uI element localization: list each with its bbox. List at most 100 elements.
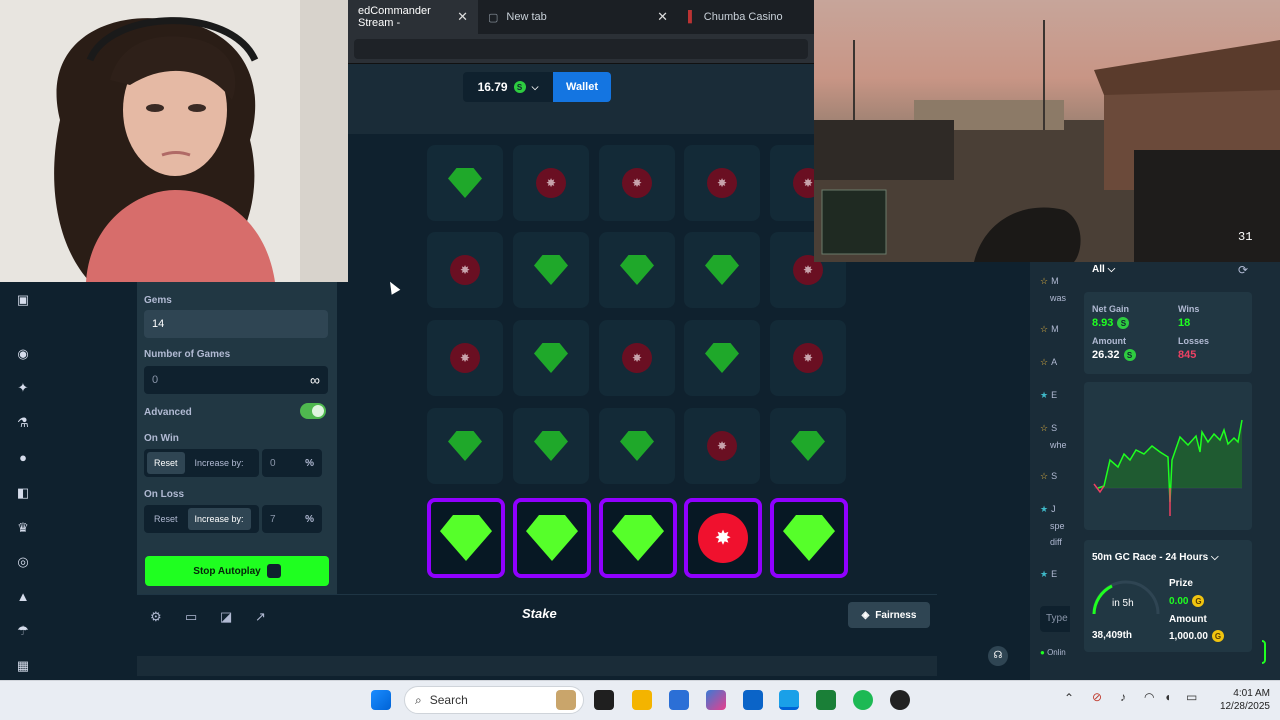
- windows-start-icon[interactable]: [371, 690, 391, 710]
- edge-icon[interactable]: [779, 690, 799, 710]
- gems-select[interactable]: 14: [144, 310, 328, 338]
- mine-tile[interactable]: [513, 320, 589, 396]
- popout-icon[interactable]: ↗: [255, 609, 266, 625]
- infinity-icon[interactable]: ∞: [310, 372, 320, 388]
- crown-icon[interactable]: ♛: [15, 520, 31, 536]
- mine-tile[interactable]: [599, 232, 675, 308]
- mine-tile[interactable]: [599, 145, 675, 221]
- stop-autoplay-button[interactable]: Stop Autoplay: [145, 556, 329, 586]
- mine-tile[interactable]: [770, 320, 846, 396]
- mine-tile[interactable]: [427, 145, 503, 221]
- obs-icon[interactable]: [890, 690, 910, 710]
- net-gain: 8.93 S: [1092, 317, 1130, 329]
- flask-icon[interactable]: ⚗: [15, 415, 31, 431]
- grid-icon[interactable]: ▦: [15, 658, 31, 674]
- spotify-icon[interactable]: [853, 690, 873, 710]
- stats-filter-dropdown[interactable]: All ⌵: [1092, 264, 1115, 275]
- advanced-toggle[interactable]: [300, 403, 326, 419]
- mine-tile[interactable]: [684, 232, 760, 308]
- tab-new-tab[interactable]: ▢ New tab ✕: [478, 0, 678, 34]
- mine-tile[interactable]: [684, 408, 760, 484]
- live-stats-icon[interactable]: ◪: [220, 609, 232, 625]
- widgets-icon[interactable]: [556, 690, 576, 710]
- race-title[interactable]: 50m GC Race - 24 Hours ⌵: [1092, 552, 1219, 563]
- mine-tile[interactable]: [427, 408, 503, 484]
- store-icon[interactable]: [669, 690, 689, 710]
- sparkle-icon[interactable]: ✦: [15, 380, 31, 396]
- outlook-icon[interactable]: [743, 690, 763, 710]
- on-win-reset-button[interactable]: Reset: [147, 452, 185, 474]
- mine-tile[interactable]: [427, 232, 503, 308]
- mine-icon: [450, 255, 480, 285]
- wifi-icon[interactable]: ◠: [1144, 690, 1154, 704]
- terminal-icon[interactable]: [816, 690, 836, 710]
- fire-icon[interactable]: ●: [15, 450, 31, 466]
- mine-tile[interactable]: [513, 498, 591, 578]
- address-bar: [348, 34, 814, 64]
- mine-tile[interactable]: [599, 320, 675, 396]
- balance-dropdown[interactable]: 16.79 S ⌵: [463, 72, 553, 102]
- mine-tile[interactable]: [427, 498, 505, 578]
- on-loss-input[interactable]: 7 %: [262, 505, 322, 533]
- security-icon[interactable]: ⊘: [1092, 690, 1102, 704]
- target-icon[interactable]: ◎: [15, 554, 31, 570]
- mine-tile[interactable]: [770, 408, 846, 484]
- mine-tile[interactable]: [599, 408, 675, 484]
- gems-label: Gems: [144, 295, 172, 306]
- settings-icon[interactable]: ⚙: [150, 609, 162, 625]
- gem-icon: [791, 431, 825, 461]
- microphone-icon[interactable]: ♪: [1120, 690, 1126, 704]
- beaker-icon[interactable]: ▲: [15, 589, 31, 605]
- support-icon[interactable]: ☂: [15, 623, 31, 639]
- chip-icon[interactable]: ◉: [15, 346, 31, 362]
- gift-icon[interactable]: ◧: [15, 485, 31, 501]
- chat-input[interactable]: Type: [1040, 606, 1074, 632]
- mine-tile[interactable]: [770, 498, 848, 578]
- refresh-icon[interactable]: ⟳: [1238, 263, 1248, 277]
- on-loss-reset-button[interactable]: Reset: [147, 508, 185, 530]
- task-view-icon[interactable]: [594, 690, 614, 710]
- on-loss-increase-button[interactable]: Increase by:: [187, 508, 251, 530]
- mine-tile[interactable]: [599, 498, 677, 578]
- mine-tile[interactable]: [513, 408, 589, 484]
- clock-date: 12/28/2025: [1219, 701, 1270, 712]
- mine-tile[interactable]: [513, 232, 589, 308]
- battery-icon[interactable]: ▭: [1186, 690, 1197, 704]
- tab-chumba[interactable]: ▌ Chumba Casino: [678, 0, 793, 34]
- number-of-games-label: Number of Games: [144, 349, 231, 360]
- mine-icon: [793, 343, 823, 373]
- volume-icon[interactable]: ◖: [1164, 690, 1171, 704]
- close-icon[interactable]: ✕: [457, 9, 468, 25]
- on-win-input[interactable]: 0 %: [262, 449, 322, 477]
- casino-icon[interactable]: ▣: [15, 292, 31, 308]
- mine-tile[interactable]: [684, 320, 760, 396]
- webcam-overlay: [0, 0, 348, 282]
- clock[interactable]: 4:01 AM 12/28/2025: [1210, 687, 1270, 713]
- chevron-up-icon[interactable]: ⌃: [1064, 691, 1074, 705]
- mine-tile[interactable]: [513, 145, 589, 221]
- stats-filter-label: All: [1092, 264, 1105, 275]
- file-explorer-icon[interactable]: [632, 690, 652, 710]
- mine-tile[interactable]: [684, 145, 760, 221]
- on-win-increase-button[interactable]: Increase by:: [188, 452, 251, 474]
- mine-tile[interactable]: [427, 320, 503, 396]
- sweeps-coin-icon: S: [1117, 317, 1130, 329]
- mine-tile[interactable]: [684, 498, 762, 578]
- mine-icon: [450, 343, 480, 373]
- prize-value: 0.00: [1169, 595, 1189, 607]
- gem-icon: [534, 255, 568, 285]
- theatre-mode-icon[interactable]: ▭: [185, 609, 197, 625]
- tab-stream[interactable]: edCommander Stream - ✕: [348, 0, 478, 34]
- copilot-icon[interactable]: [706, 690, 726, 710]
- url-input[interactable]: [354, 39, 808, 59]
- chevron-down-icon: ⌵: [1210, 552, 1219, 563]
- headset-icon[interactable]: ☊: [988, 646, 1008, 666]
- number-of-games-input[interactable]: 0 ∞: [144, 366, 328, 394]
- game-feed-overlay: 31: [814, 0, 1280, 262]
- close-icon[interactable]: ✕: [657, 9, 668, 25]
- star-icon: ★: [1040, 569, 1049, 579]
- chumba-icon: ▌: [688, 11, 696, 23]
- shield-icon: [266, 564, 281, 578]
- fairness-button[interactable]: ◈ Fairness: [848, 602, 930, 628]
- wallet-button[interactable]: Wallet: [553, 72, 611, 102]
